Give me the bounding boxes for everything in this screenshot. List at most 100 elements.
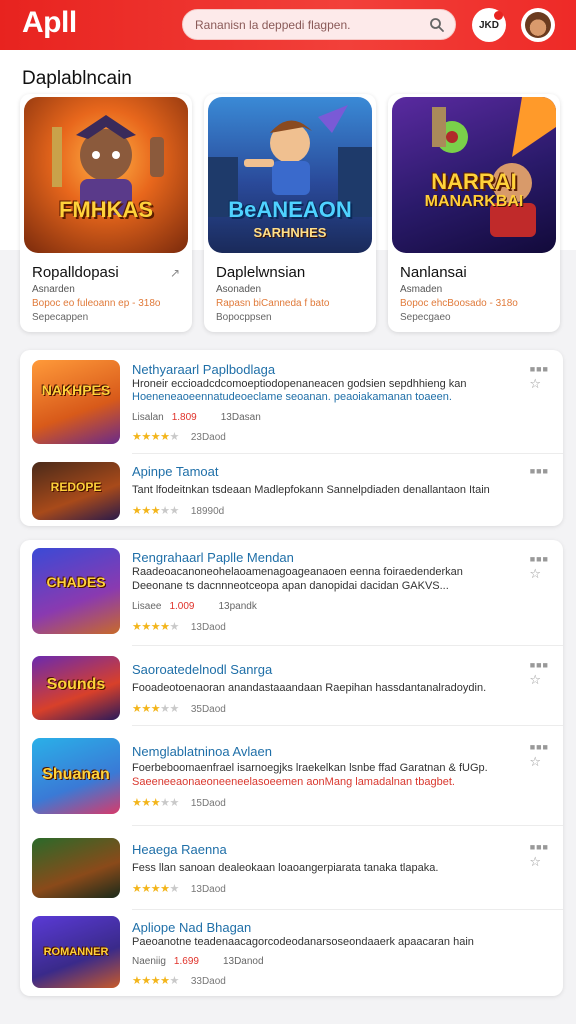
app-description: Fess llan sanoan dealeokaan loaoangerpia… [132,862,439,874]
rating-stars: ★★★★★ 33Daod [132,975,226,987]
list-item[interactable]: Sounds Saoroatedelnodl Sanrga Fooadeotoe… [20,646,563,726]
app-title[interactable]: Nethyaraarl Paplbodlaga [132,362,275,377]
share-icon[interactable]: ↗ [170,266,180,280]
app-title[interactable]: Apinpe Tamoat [132,464,219,479]
app-title[interactable]: Rengrahaarl Paplle Mendan [132,550,294,565]
app-description-secondary: Hoeneneaoeennatudeoeclame seoanan. peaoi… [132,391,452,403]
app-description: Tant lfodeitnkan tsdeaan Madlepfokann Sa… [132,484,490,496]
more-dots-icon[interactable]: ■■■ [530,364,549,374]
rating-count: 23Daod [190,432,226,443]
meta-count: 13pandk [218,601,257,612]
search-input[interactable]: Rananisn la deppedi flagpen. [195,18,350,32]
featured-rating-line: Bopoc eo fuleoann ep - 318o [32,298,161,309]
meta-label: Lisaee [132,601,162,612]
more-dots-icon[interactable]: ■■■ [530,554,549,564]
rating-count: 33Daod [190,976,226,987]
app-title[interactable]: Nemglablatninoa Avlaen [132,744,272,759]
app-title[interactable]: Saoroatedelnodl Sanrga [132,662,272,677]
meta-count: 13Dasan [220,412,261,423]
list-item[interactable]: ROMANNER Apliope Nad Bhagan Paeoanotne t… [20,910,563,996]
featured-name: Ropalldopasi [32,264,119,281]
list-item[interactable]: REDOPE Apinpe Tamoat Tant lfodeitnkan ts… [20,454,563,526]
more-dots-icon[interactable]: ■■■ [530,842,549,852]
star-outline-icon[interactable]: ☆ [529,376,541,392]
rating-stars: ★★★★★ 35Daod [132,703,226,715]
rating-count: 13Daod [190,622,226,633]
featured-art-subtitle: MANARKBAI [424,193,524,210]
star-outline-icon[interactable]: ☆ [529,566,541,582]
more-dots-icon[interactable]: ■■■ [530,742,549,752]
avatar[interactable] [521,8,555,42]
featured-card[interactable]: FMHKAS Ropalldopasi ↗ Asnarden Bopoc eo … [20,94,192,332]
featured-name: Daplelwnsian [216,264,306,281]
app-list-group: NAKHPES Nethyaraarl Paplbodlaga Hroneir … [20,350,563,526]
app-description: Raadeoacanoneohelaoamenagoageanaoen eenn… [132,566,463,578]
featured-rating-line: Rapasn biCanneda f bato [216,298,330,309]
app-thumbnail[interactable]: Sounds [32,656,120,720]
search-bar[interactable]: Rananisn la deppedi flagpen. [182,9,456,40]
featured-card[interactable]: BeANEAON SARHNHES Daplelwnsian Asonaden … [204,94,376,332]
app-thumbnail[interactable]: REDOPE [32,462,120,520]
featured-art: NARRAI MANARKBAI [392,97,556,253]
featured-developer: Asnarden [32,284,75,295]
more-dots-icon[interactable]: ■■■ [530,660,549,670]
featured-art-title: BeANEAON [228,197,352,222]
featured-category: Bopocppsen [216,312,272,323]
app-meta: Lisalan 1.809 13Dasan [132,412,261,423]
list-item[interactable]: Heaega Raenna Fess llan sanoan dealeokaa… [20,826,563,910]
avatar-image [525,12,551,38]
thumbnail-title: ROMANNER [43,946,109,958]
app-description-secondary: Deeonane ts dacnnneotceopa apan danopida… [132,580,449,592]
rating-stars: ★★★★★ 13Daod [132,883,226,895]
app-logo[interactable]: Apll [22,6,77,40]
featured-art-subtitle: SARHNHES [253,225,327,240]
app-thumbnail[interactable] [32,838,120,898]
meta-price: 1.809 [171,412,197,423]
list-item[interactable]: NAKHPES Nethyaraarl Paplbodlaga Hroneir … [20,350,563,454]
star-outline-icon[interactable]: ☆ [529,854,541,870]
featured-art-title: FMHKAS [58,197,154,222]
app-description: Foerbeboomaenfrael isarnoegjks lraekelka… [132,762,488,774]
app-title[interactable]: Heaega Raenna [132,842,227,857]
app-meta: Lisaee 1.009 13pandk [132,601,257,612]
app-list-group: CHADES Rengrahaarl Paplle Mendan Raadeoa… [20,540,563,996]
list-item[interactable]: Shuanan Nemglablatninoa Avlaen Foerbeboo… [20,726,563,826]
rating-stars: ★★★★★ 13Daod [132,621,226,633]
app-description: Fooadeotoenaoran anandastaaandaan Raepih… [132,682,487,694]
rating-count: 18990d [190,506,225,517]
app-thumbnail[interactable]: NAKHPES [32,360,120,444]
app-title[interactable]: Apliope Nad Bhagan [132,920,251,935]
search-icon[interactable] [429,17,445,33]
meta-price: 1.699 [173,956,199,967]
section-title: Daplablncain [22,68,132,89]
more-dots-icon[interactable]: ■■■ [530,466,549,476]
rating-count: 13Daod [190,884,226,895]
character-illustration [52,115,164,215]
star-outline-icon[interactable]: ☆ [529,754,541,770]
rating-stars: ★★★★★ 23Daod [132,431,226,443]
thumbnail-title: Sounds [46,676,106,693]
thumbnail-title: NAKHPES [41,382,111,398]
notification-badge [494,11,503,20]
meta-label: Lisalan [132,412,164,423]
star-outline-icon[interactable]: ☆ [529,672,541,688]
thumbnail-title: Shuanan [42,766,110,783]
app-description-secondary: Saeeneeaonaeoneeneelasoeemen aonMang lam… [132,776,455,788]
rating-stars: ★★★★★ 18990d [132,505,225,517]
app-description: Paeoanotne teadenaacagorcodeodanarsoseon… [132,936,474,948]
featured-category: Sepecappen [32,312,89,323]
list-item[interactable]: CHADES Rengrahaarl Paplle Mendan Raadeoa… [20,540,563,646]
featured-developer: Asonaden [216,284,262,295]
app-thumbnail[interactable]: CHADES [32,548,120,634]
featured-rating-line: Bopoc ehcBoosado - 318o [400,298,518,309]
notification-button[interactable]: JKD [472,8,506,42]
app-thumbnail[interactable]: Shuanan [32,738,120,814]
top-bar: Apll Rananisn la deppedi flagpen. JKD [0,0,576,50]
notification-label: JKD [478,19,499,31]
app-description: Hroneir eccioadcdcomoeptiodopenaneacen g… [132,378,467,390]
thumbnail-title: CHADES [46,574,106,590]
featured-card[interactable]: NARRAI MANARKBAI Nanlansai Asmaden Bopoc… [388,94,560,332]
app-thumbnail[interactable]: ROMANNER [32,916,120,988]
featured-name: Nanlansai [400,264,467,281]
rating-stars: ★★★★★ 15Daod [132,797,226,809]
